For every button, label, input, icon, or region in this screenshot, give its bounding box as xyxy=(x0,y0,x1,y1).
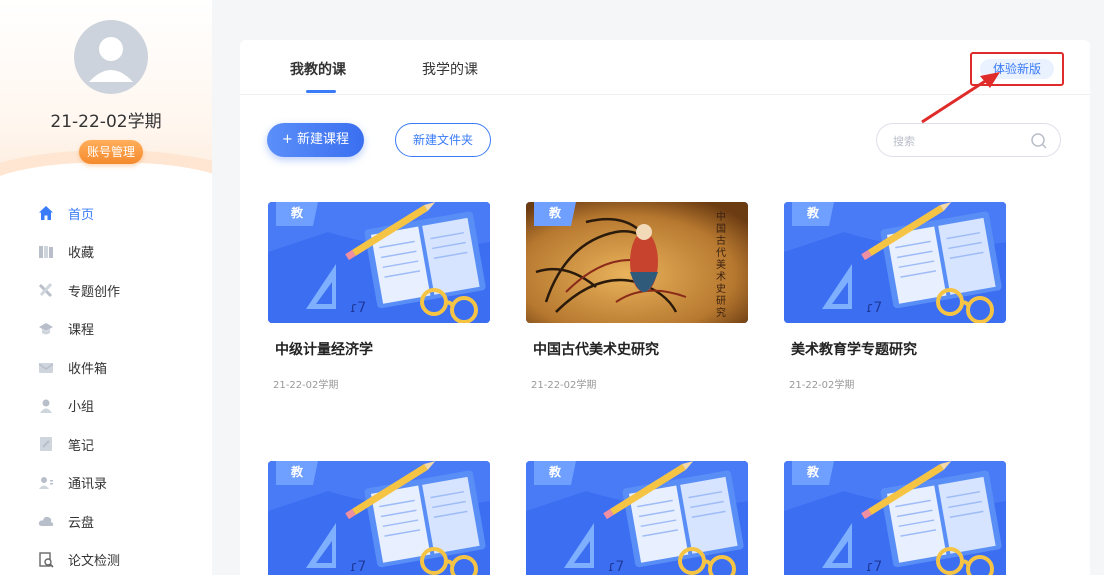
teacher-badge: 教 xyxy=(792,202,834,226)
teacher-badge: 教 xyxy=(534,202,576,226)
teacher-badge: 教 xyxy=(534,461,576,485)
sidebar-item-label: 专题创作 xyxy=(68,284,121,300)
course-term: 21-22-02学期 xyxy=(531,380,597,391)
svg-text:代: 代 xyxy=(716,247,726,259)
contacts-icon xyxy=(39,476,53,489)
tools-icon xyxy=(38,283,53,298)
inbox-icon xyxy=(38,363,54,374)
sidebar-item-favorites[interactable]: 收藏 xyxy=(0,233,212,272)
course-term: 21-22-02学期 xyxy=(789,380,855,391)
sidebar-item-groups[interactable]: 小组 xyxy=(0,387,212,426)
sidebar-item-label: 论文检测 xyxy=(68,554,121,570)
try-new-version-highlight: 体验新版 xyxy=(970,52,1064,86)
course-title[interactable]: 中国古代美术史研究 xyxy=(533,339,659,359)
tab-teaching-courses[interactable]: 我教的课 xyxy=(290,59,346,79)
course-tabs: 我教的课 我学的课 体验新版 xyxy=(240,40,1090,95)
sidebar-item-label: 收件箱 xyxy=(68,361,108,377)
svg-text:ɾ7: ɾ7 xyxy=(866,559,882,575)
sidebar-item-paper-check[interactable]: 论文检测 xyxy=(0,541,212,575)
active-tab-indicator xyxy=(306,90,336,93)
sidebar-item-label: 云盘 xyxy=(68,515,95,531)
home-icon xyxy=(39,206,53,221)
svg-text:中: 中 xyxy=(716,210,726,223)
sidebar-item-label: 通讯录 xyxy=(68,477,108,493)
course-icon xyxy=(39,322,53,335)
svg-text:术: 术 xyxy=(716,271,726,283)
cloud-icon xyxy=(38,517,54,527)
search-input[interactable]: 搜索 xyxy=(893,133,915,149)
sidebar-item-label: 小组 xyxy=(68,400,95,416)
main-panel: 我教的课 我学的课 体验新版 + 新建课程 新建文件夹 搜索 ɾ7 教 中级计量… xyxy=(240,40,1090,575)
note-icon xyxy=(40,437,52,452)
svg-text:研: 研 xyxy=(716,295,726,307)
svg-text:国: 国 xyxy=(716,223,726,235)
sidebar-item-label: 收藏 xyxy=(68,246,95,262)
teacher-badge: 教 xyxy=(276,461,318,485)
svg-text:ɾ7: ɾ7 xyxy=(866,300,882,316)
sidebar-item-inbox[interactable]: 收件箱 xyxy=(0,348,212,387)
sidebar-item-contacts[interactable]: 通讯录 xyxy=(0,464,212,503)
svg-text:究: 究 xyxy=(716,306,726,319)
search-icon[interactable] xyxy=(1030,132,1048,150)
search-box[interactable]: 搜索 xyxy=(876,123,1061,157)
teacher-badge: 教 xyxy=(792,461,834,485)
sidebar-item-label: 首页 xyxy=(68,207,95,223)
sidebar-nav: 首页 收藏 专题创作 课程 收件箱 小组 笔记 通讯录 云盘 论文检测 xyxy=(0,194,212,575)
tab-learning-courses[interactable]: 我学的课 xyxy=(422,59,478,79)
profile-card: 21-22-02学期 账号管理 xyxy=(0,0,212,185)
group-icon xyxy=(40,399,52,413)
sidebar-item-home[interactable]: 首页 xyxy=(0,194,212,233)
course-title[interactable]: 美术教育学专题研究 xyxy=(791,339,917,359)
bookmark-icon xyxy=(39,245,53,258)
svg-text:史: 史 xyxy=(716,283,726,295)
paper-check-icon xyxy=(39,552,54,568)
new-course-button[interactable]: + 新建课程 xyxy=(267,123,364,157)
term-label: 21-22-02学期 xyxy=(50,112,162,132)
sidebar-item-topic-creation[interactable]: 专题创作 xyxy=(0,271,212,310)
course-title[interactable]: 中级计量经济学 xyxy=(275,339,373,359)
avatar[interactable] xyxy=(74,20,148,94)
sidebar: 21-22-02学期 账号管理 首页 收藏 专题创作 课程 收件箱 小组 笔记 … xyxy=(0,0,212,575)
svg-text:古: 古 xyxy=(716,234,726,247)
account-management-button[interactable]: 账号管理 xyxy=(79,140,143,164)
sidebar-item-label: 课程 xyxy=(68,323,95,339)
sidebar-item-notes[interactable]: 笔记 xyxy=(0,425,212,464)
sidebar-item-cloud-drive[interactable]: 云盘 xyxy=(0,502,212,541)
try-new-version-button[interactable]: 体验新版 xyxy=(980,59,1054,79)
teacher-badge: 教 xyxy=(276,202,318,226)
svg-text:ɾ7: ɾ7 xyxy=(350,300,366,316)
sidebar-item-courses[interactable]: 课程 xyxy=(0,310,212,349)
course-term: 21-22-02学期 xyxy=(273,380,339,391)
sidebar-item-label: 笔记 xyxy=(68,438,95,454)
svg-text:ɾ7: ɾ7 xyxy=(350,559,366,575)
svg-text:ɾ7: ɾ7 xyxy=(608,559,624,575)
svg-text:美: 美 xyxy=(716,258,726,271)
new-folder-button[interactable]: 新建文件夹 xyxy=(395,123,491,157)
